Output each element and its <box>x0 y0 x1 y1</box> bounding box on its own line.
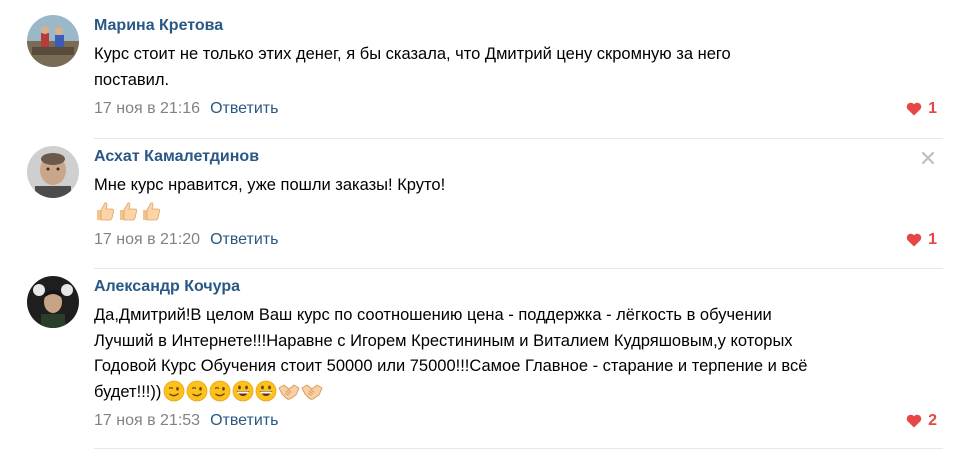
comment-meta: 17 ноя в 21:53 Ответить <box>94 412 278 430</box>
like-button[interactable]: 2 <box>906 412 937 430</box>
heart-icon <box>906 414 922 428</box>
comment-author[interactable]: Александр Кочура <box>94 278 240 296</box>
winking-face-icon <box>209 380 231 401</box>
comment-text-line: будет!!!)) <box>94 380 954 406</box>
winking-face-icon <box>163 380 185 401</box>
comment-text: Да,Дмитрий!В целом Ваш курс по соотношен… <box>94 303 954 405</box>
comment-text-fragment: будет!!!)) <box>94 382 162 401</box>
divider <box>94 448 943 449</box>
comment-text-line: Годовой Курс Обучения стоит 50000 или 75… <box>94 357 808 375</box>
handshake-icon <box>278 383 300 400</box>
like-count: 2 <box>928 412 937 429</box>
grinning-face-icon <box>255 380 277 401</box>
grinning-face-icon <box>232 380 254 401</box>
comment-item: Александр Кочура Да,Дмитрий!В целом Ваш … <box>0 0 973 458</box>
reply-button[interactable]: Ответить <box>210 412 278 429</box>
avatar[interactable] <box>27 276 79 328</box>
handshake-icon <box>301 383 323 400</box>
comment-text-line: Да,Дмитрий!В целом Ваш курс по соотношен… <box>94 306 772 324</box>
winking-face-icon <box>186 380 208 401</box>
emoji-row <box>163 380 323 402</box>
comment-date[interactable]: 17 ноя в 21:53 <box>94 412 200 429</box>
comment-text-line: Лучший в Интернете!!!Наравне с Игорем Кр… <box>94 331 793 350</box>
